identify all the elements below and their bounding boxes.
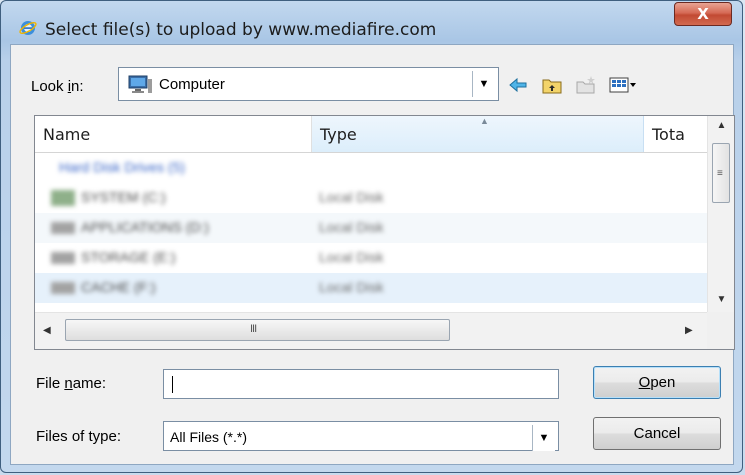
item-type: Local Disk	[319, 279, 384, 295]
group-header[interactable]: Hard Disk Drives (5)	[35, 153, 707, 183]
internet-explorer-icon	[19, 21, 37, 35]
chevron-down-icon[interactable]: ▼	[472, 71, 495, 97]
computer-icon	[128, 75, 152, 93]
list-rows: Hard Disk Drives (5) SYSTEM (C:) Local D…	[35, 153, 707, 303]
column-header-name[interactable]: Name	[35, 116, 312, 152]
list-item[interactable]: STORAGE (E:) Local Disk	[35, 243, 707, 273]
file-upload-dialog: Select file(s) to upload by www.mediafir…	[0, 0, 743, 473]
chevron-down-icon[interactable]: ▼	[532, 425, 555, 451]
up-folder-icon[interactable]	[541, 75, 563, 95]
file-list-view[interactable]: Name Type Tota ▲ Hard Disk Drives (5) SY…	[34, 115, 735, 350]
look-in-label: Look in:	[31, 78, 84, 95]
item-name: SYSTEM (C:)	[81, 189, 166, 205]
list-item[interactable]: CACHE (F:) Local Disk	[35, 273, 707, 303]
sort-ascending-icon: ▲	[480, 116, 489, 126]
group-header-label: Hard Disk Drives (5)	[59, 159, 186, 175]
title-bar[interactable]: Select file(s) to upload by www.mediafir…	[1, 1, 742, 40]
file-name-input[interactable]	[163, 369, 559, 399]
new-folder-icon[interactable]	[575, 75, 597, 95]
files-of-type-dropdown[interactable]: All Files (*.*) ▼	[163, 421, 559, 451]
horizontal-scrollbar[interactable]: ◀ III ▶	[35, 312, 707, 349]
scroll-up-icon[interactable]: ▲	[708, 120, 734, 140]
item-name: STORAGE (E:)	[81, 249, 176, 265]
look-in-value: Computer	[159, 76, 225, 93]
window-title: Select file(s) to upload by www.mediafir…	[45, 20, 437, 40]
vertical-scrollbar[interactable]: ▲ ≡ ▼	[707, 116, 734, 314]
list-item[interactable]: APPLICATIONS (D:) Local Disk	[35, 213, 707, 243]
drive-icon	[51, 252, 75, 264]
item-name: CACHE (F:)	[81, 279, 156, 295]
item-type: Local Disk	[319, 249, 384, 265]
item-type: Local Disk	[319, 189, 384, 205]
vertical-scroll-thumb[interactable]: ≡	[712, 143, 730, 203]
horizontal-scroll-thumb[interactable]: III	[65, 319, 450, 341]
grip-icon: ≡	[717, 168, 723, 179]
drive-icon	[51, 190, 75, 206]
scroll-right-icon[interactable]: ▶	[685, 325, 693, 336]
cancel-button[interactable]: Cancel	[593, 417, 721, 450]
list-item[interactable]: SYSTEM (C:) Local Disk	[35, 183, 707, 213]
drive-icon	[51, 282, 75, 294]
scroll-left-icon[interactable]: ◀	[43, 325, 51, 336]
item-type: Local Disk	[319, 219, 384, 235]
grip-label: III	[250, 323, 257, 335]
close-button[interactable]: X	[674, 2, 732, 26]
view-menu-icon[interactable]	[609, 75, 639, 95]
text-caret	[172, 376, 173, 393]
column-header-type[interactable]: Type	[312, 116, 644, 152]
list-header: Name Type Tota ▲	[35, 116, 707, 153]
drive-icon	[51, 222, 75, 234]
open-button[interactable]: Open	[593, 366, 721, 399]
column-header-total[interactable]: Tota	[644, 116, 707, 152]
look-in-dropdown[interactable]: Computer ▼	[118, 67, 499, 101]
back-arrow-icon[interactable]	[507, 75, 529, 95]
files-of-type-value: All Files (*.*)	[170, 429, 248, 445]
scrollbar-corner	[707, 312, 734, 349]
file-name-label: File name:	[36, 375, 107, 392]
files-of-type-label: Files of type:	[36, 428, 122, 445]
scroll-down-icon[interactable]: ▼	[708, 294, 734, 314]
item-name: APPLICATIONS (D:)	[81, 219, 210, 235]
